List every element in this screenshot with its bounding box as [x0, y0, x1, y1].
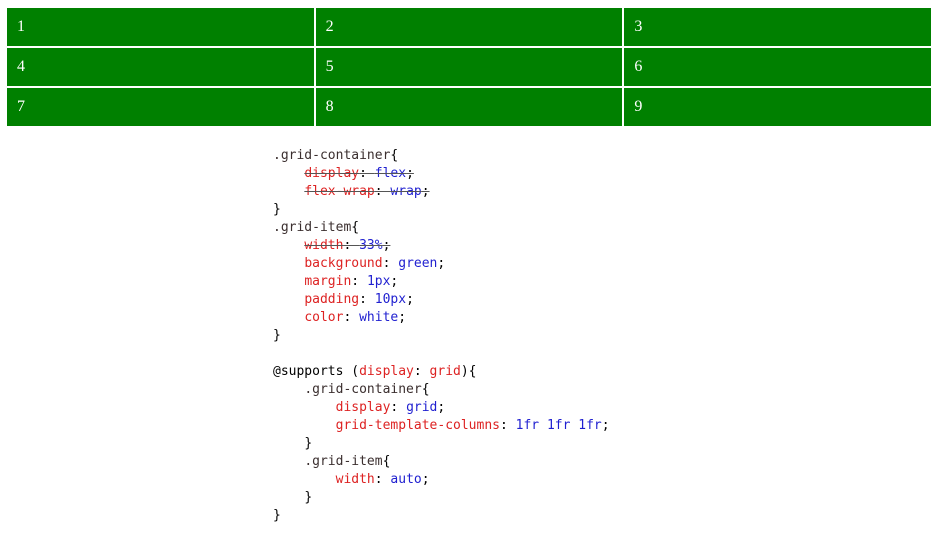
code-token-punct: ;: [406, 166, 414, 181]
code-token-prop: margin: [304, 274, 352, 289]
code-token-punct: ;: [421, 472, 430, 487]
code-token-punct: ;: [437, 400, 446, 415]
code-token-punct: ;: [398, 310, 407, 325]
code-token-prop: grid-template-columns: [335, 418, 500, 433]
grid-item-label: 2: [325, 18, 334, 35]
grid-item: 3: [624, 8, 931, 46]
grid-item-label: 6: [634, 58, 643, 75]
code-token-prop: background: [304, 256, 383, 271]
grid-item-label: 7: [17, 98, 25, 115]
grid-item: 5: [315, 48, 623, 86]
code-token-val: 33%: [359, 238, 383, 253]
grid-item-label: 9: [634, 98, 643, 115]
code-token-punct: ;: [382, 238, 391, 253]
code-token-punct: @supports (: [273, 364, 360, 379]
code-token-punct: :: [351, 274, 367, 289]
css-code-listing: .grid-container{ display: flex; flex-wra…: [273, 147, 610, 525]
grid-item-label: 5: [325, 58, 334, 75]
grid-item-label: 4: [17, 58, 25, 75]
code-token-punct: :: [413, 364, 430, 379]
grid-item: 6: [624, 48, 931, 86]
grid-demo-region: 1 2 3 4 5 6 7 8 9: [0, 0, 937, 127]
grid-item-label: 3: [634, 18, 643, 35]
code-token-prop: width: [304, 238, 344, 253]
grid-item: 8: [315, 88, 623, 126]
grid-item-label: 1: [17, 18, 25, 35]
grid-container: 1 2 3 4 5 6 7 8 9: [6, 7, 932, 127]
grid-item: 4: [7, 48, 314, 86]
code-token-val: 1fr 1fr 1fr: [515, 418, 602, 433]
code-token-punct: :: [500, 418, 516, 433]
code-token-punct: :: [390, 400, 407, 415]
code-token-prop: display: [359, 364, 414, 379]
code-token-punct: :: [374, 184, 391, 199]
struck-declaration: display: flex;: [304, 166, 414, 181]
code-token-punct: }: [273, 508, 281, 523]
struck-declaration: width: 33%;: [304, 238, 390, 253]
code-token-punct: {: [390, 148, 399, 163]
code-token-val: 10px: [374, 292, 407, 307]
code-token-punct: }: [304, 490, 313, 505]
grid-item: 1: [7, 8, 314, 46]
code-token-val: wrap: [390, 184, 422, 199]
code-token-punct: {: [351, 220, 360, 235]
code-token-punct: :: [343, 238, 360, 253]
struck-declaration: flex-wrap: wrap;: [304, 184, 429, 199]
code-token-sel: .grid-container: [304, 382, 422, 397]
code-token-punct: }: [273, 202, 281, 217]
code-token-punct: ;: [437, 256, 446, 271]
code-token-val: auto: [390, 472, 422, 487]
code-token-punct: ;: [406, 292, 414, 307]
code-token-punct: {: [421, 382, 430, 397]
grid-item: 2: [315, 8, 623, 46]
code-token-prop: display: [335, 400, 391, 415]
code-token-prop: width: [335, 472, 375, 487]
code-token-sel: .grid-item: [304, 454, 383, 469]
grid-item: 7: [7, 88, 314, 126]
code-token-val: green: [398, 256, 438, 271]
grid-item-label: 8: [325, 98, 334, 115]
code-token-punct: :: [359, 166, 375, 181]
code-token-punct: ;: [601, 418, 610, 433]
grid-item: 9: [624, 88, 931, 126]
code-token-punct: {: [382, 454, 391, 469]
code-token-punct: :: [374, 472, 391, 487]
code-token-val: 1px: [366, 274, 391, 289]
code-token-sel: .grid-container: [273, 148, 391, 163]
code-token-punct: :: [343, 310, 360, 325]
code-token-val: flex: [374, 166, 407, 181]
code-token-prop: color: [304, 310, 344, 325]
code-token-punct: :: [359, 292, 375, 307]
code-token-punct: ;: [390, 274, 399, 289]
code-token-punct: ;: [421, 184, 430, 199]
code-token-punct: :: [382, 256, 399, 271]
code-token-punct: }: [273, 328, 281, 343]
code-token-prop: display: [304, 166, 360, 181]
code-token-val: grid: [406, 400, 438, 415]
code-token-punct: ){: [460, 364, 477, 379]
code-token-prop: grid: [429, 364, 461, 379]
code-token-prop: padding: [304, 292, 360, 307]
code-token-punct: }: [304, 436, 313, 451]
code-token-val: white: [359, 310, 399, 325]
code-token-sel: .grid-item: [273, 220, 352, 235]
code-token-prop: flex-wrap: [304, 184, 375, 199]
